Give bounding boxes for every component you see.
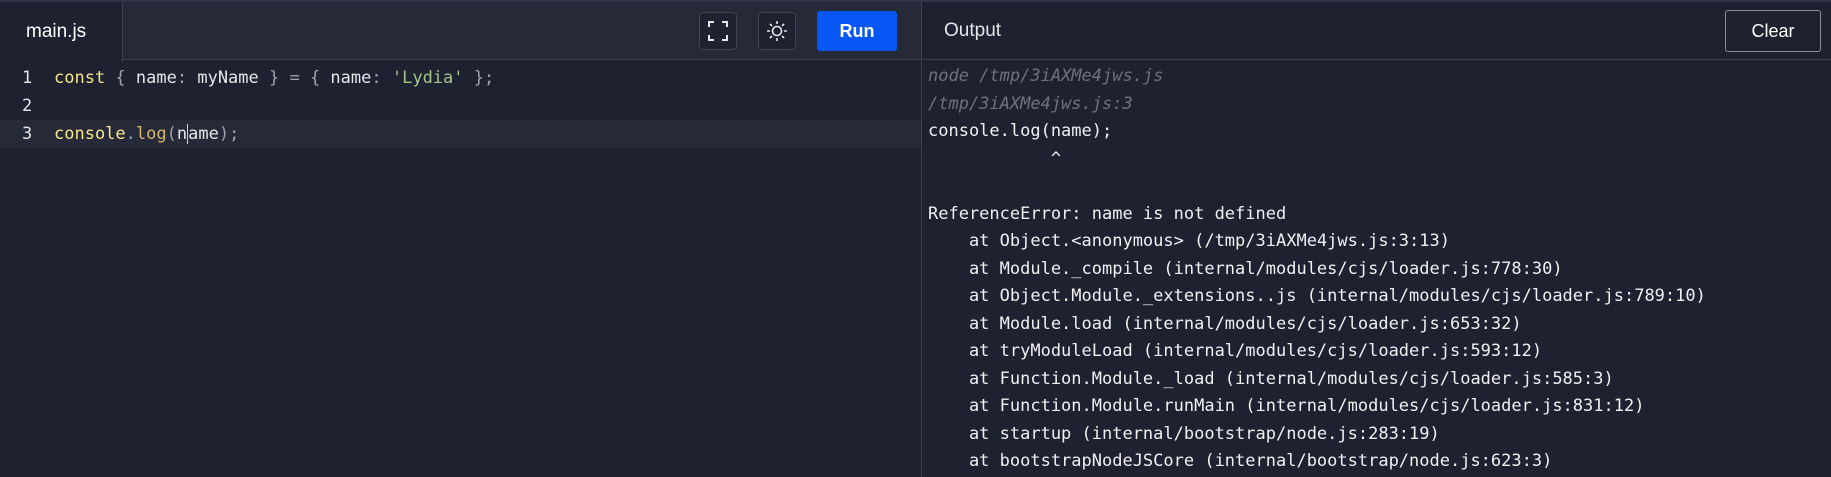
code-token: log <box>135 124 167 144</box>
line-number: 3 <box>22 124 33 144</box>
fullscreen-button[interactable] <box>699 12 737 50</box>
code-line[interactable]: 1 const { name: myName } = { name: 'Lydia… <box>0 64 921 92</box>
line-content: const { name: myName } = { name: 'Lydia'… <box>54 64 494 92</box>
line-number: 1 <box>22 68 33 88</box>
code-token: myName <box>197 68 259 88</box>
code-token: } = { <box>258 68 331 88</box>
run-button[interactable]: Run <box>817 11 897 51</box>
code-token: ( <box>166 124 177 144</box>
output-title: Output <box>944 19 1002 41</box>
code-line[interactable]: 3 console.log(name); <box>0 120 921 148</box>
output-line: at bootstrapNodeJSCore (internal/bootstr… <box>928 451 1553 471</box>
code-token: . <box>125 124 136 144</box>
code-token: }; <box>463 68 495 88</box>
fullscreen-icon <box>708 21 728 41</box>
output-line: at Function.Module._load (internal/modul… <box>928 368 1614 389</box>
file-tab-main-js[interactable]: main.js <box>0 1 123 62</box>
line-number: 2 <box>22 96 33 116</box>
output-line: at Object.Module._extensions..js (intern… <box>928 286 1706 306</box>
output-pane: Output Clear node /tmp/3iAXMe4jws.js/tmp… <box>922 0 1831 477</box>
output-line: at Object.<anonymous> (/tmp/3iAXMe4jws.j… <box>928 231 1450 251</box>
output-line: at tryModuleLoad (internal/modules/cjs/l… <box>928 341 1543 361</box>
output-line: ^ <box>928 148 1062 169</box>
code-token: { <box>105 68 136 88</box>
output-line: at Function.Module.runMain (internal/mod… <box>928 396 1645 416</box>
code-token: : <box>371 68 392 88</box>
output-console: node /tmp/3iAXMe4jws.js/tmp/3iAXMe4jws.j… <box>922 60 1831 475</box>
code-token: name <box>135 68 177 88</box>
code-line[interactable]: 2 <box>0 92 921 120</box>
theme-toggle-button[interactable] <box>758 12 796 50</box>
sun-icon <box>767 21 787 41</box>
code-token: ); <box>218 124 240 144</box>
output-line: at startup (internal/bootstrap/node.js:2… <box>928 423 1440 444</box>
output-line: ReferenceError: name is not defined <box>928 203 1287 224</box>
code-token: const <box>54 68 106 88</box>
output-line: console.log(name); <box>928 121 1113 141</box>
code-token: ame <box>188 124 219 144</box>
code-token: 'Lydia' <box>391 68 464 88</box>
clear-button[interactable]: Clear <box>1725 10 1821 52</box>
editor-pane: main.js Run 1 const { name: myName } = { … <box>0 0 922 477</box>
code-token: name <box>330 68 372 88</box>
app-window: main.js Run 1 const { name: myName } = { … <box>0 0 1831 477</box>
code-editor[interactable]: 1 const { name: myName } = { name: 'Lydia… <box>0 60 921 148</box>
output-line: /tmp/3iAXMe4jws.js:3 <box>928 93 1133 114</box>
code-token: : <box>176 68 198 88</box>
editor-actions: Run <box>699 11 897 51</box>
code-token: n <box>176 124 188 144</box>
line-content: console.log(name); <box>54 120 239 148</box>
code-token: console <box>54 124 126 144</box>
output-line: at Module._compile (internal/modules/cjs… <box>928 258 1563 279</box>
output-line: node /tmp/3iAXMe4jws.js <box>928 66 1164 86</box>
editor-toolbar: main.js Run <box>0 0 921 62</box>
output-toolbar: Output Clear <box>922 0 1831 60</box>
output-line: at Module.load (internal/modules/cjs/loa… <box>928 313 1522 334</box>
